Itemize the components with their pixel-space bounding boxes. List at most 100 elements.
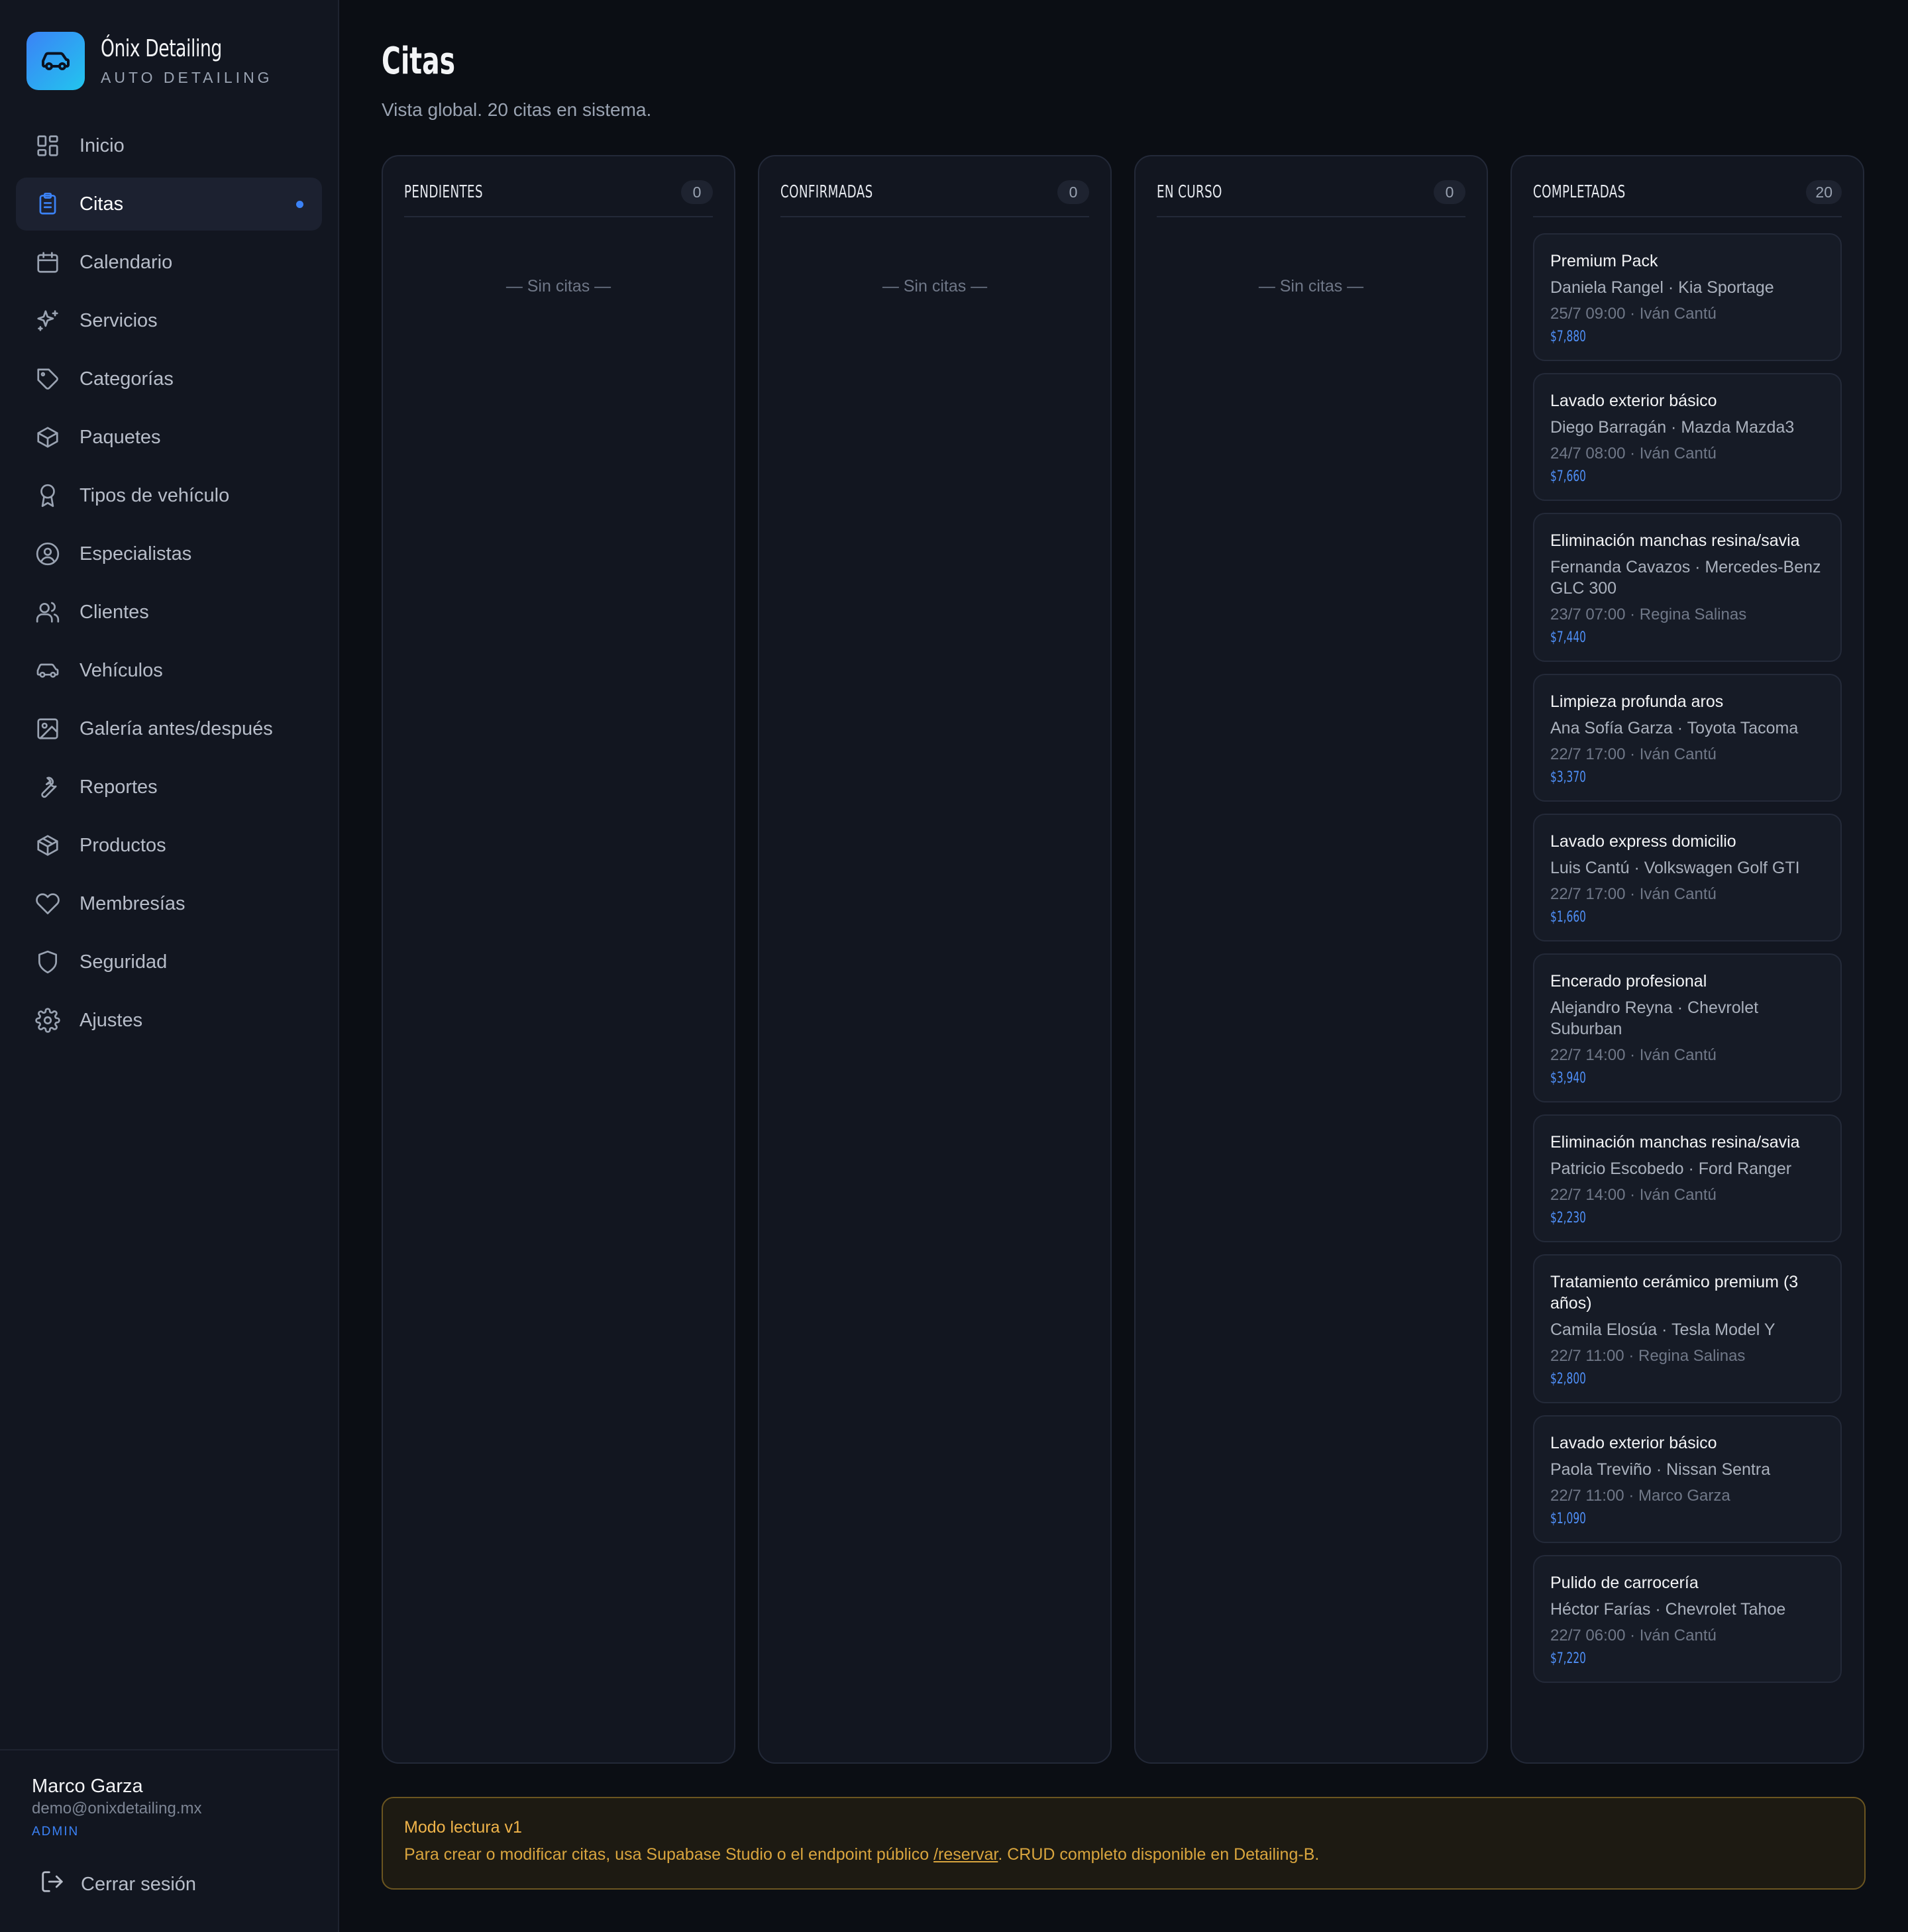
sidebar-item-label: Inicio: [80, 134, 125, 156]
sidebar-item-ajustes[interactable]: Ajustes: [16, 994, 322, 1047]
appointment-card[interactable]: Encerado profesional Alejandro Reyna · Ch…: [1533, 953, 1842, 1102]
sidebar-item-reportes[interactable]: Reportes: [16, 761, 322, 814]
card-date-specialist: 24/7 08:00 · Iván Cantú: [1550, 445, 1717, 462]
card-price: $7,880: [1550, 329, 1587, 345]
sidebar-nav: Inicio Citas Calendario Servicios Categorías…: [16, 119, 322, 1052]
card-client-vehicle: Daniela Rangel · Kia Sportage: [1550, 278, 1774, 297]
main-content: Citas Vista global. 20 citas en sistema.…: [339, 0, 1908, 1932]
card-client-vehicle: Luis Cantú · Volkswagen Golf GTI: [1550, 859, 1800, 877]
sidebar-item-label: Clientes: [80, 601, 149, 623]
user-role-badge: ADMIN: [32, 1825, 80, 1839]
sidebar-item-galeria-antes-despues[interactable]: Galería antes/después: [16, 702, 322, 755]
appointment-card[interactable]: Tratamiento cerámico premium (3 años) Cam…: [1533, 1254, 1842, 1403]
sidebar-item-label: Calendario: [80, 251, 173, 273]
wrench-icon: [34, 774, 61, 800]
card-client-vehicle: Fernanda Cavazos · Mercedes-Benz GLC 300: [1550, 558, 1821, 598]
sidebar-item-label: Ajustes: [80, 1009, 143, 1031]
card-date-specialist: 22/7 06:00 · Iván Cantú: [1550, 1627, 1717, 1644]
car-icon: [34, 657, 61, 684]
sidebar-item-label: Categorías: [80, 368, 174, 390]
card-date-specialist: 22/7 11:00 · Regina Salinas: [1550, 1347, 1746, 1365]
sidebar-item-especialistas[interactable]: Especialistas: [16, 527, 322, 580]
tag-icon: [34, 366, 61, 392]
reservar-link[interactable]: /reservar: [933, 1845, 998, 1864]
card-price: $7,660: [1550, 468, 1587, 485]
card-service: Lavado exterior básico: [1550, 1434, 1717, 1452]
card-client-vehicle: Alejandro Reyna · Chevrolet Suburban: [1550, 998, 1759, 1038]
card-price: $3,370: [1550, 769, 1587, 786]
sidebar-item-label: Reportes: [80, 776, 158, 798]
shield-icon: [34, 949, 61, 975]
sidebar-item-citas[interactable]: Citas: [16, 178, 322, 231]
sidebar-item-label: Productos: [80, 834, 166, 856]
card-date-specialist: 22/7 17:00 · Iván Cantú: [1550, 885, 1717, 903]
card-list: Premium Pack Daniela Rangel · Kia Sportag…: [1533, 217, 1842, 1683]
appointment-card[interactable]: Eliminación manchas resina/savia Patricio…: [1533, 1114, 1842, 1242]
card-price: $1,660: [1550, 909, 1587, 926]
sidebar-item-inicio[interactable]: Inicio: [16, 119, 322, 172]
sidebar-item-productos[interactable]: Productos: [16, 819, 322, 872]
card-price: $2,800: [1550, 1371, 1587, 1387]
appointment-card[interactable]: Premium Pack Daniela Rangel · Kia Sportag…: [1533, 233, 1842, 361]
clipboard-icon: [34, 191, 61, 217]
card-service: Tratamiento cerámico premium (3 años): [1550, 1273, 1799, 1313]
card-price: $3,940: [1550, 1070, 1587, 1087]
active-indicator: [296, 201, 303, 208]
column-completadas: COMPLETADAS 20 Premium Pack Daniela Rangel …: [1510, 155, 1864, 1764]
page-title: Citas: [382, 40, 455, 83]
card-date-specialist: 22/7 14:00 · Iván Cantú: [1550, 1046, 1717, 1064]
appointment-card[interactable]: Limpieza profunda aros Ana Sofía Garza · …: [1533, 674, 1842, 802]
box-icon: [34, 832, 61, 859]
sidebar-item-servicios[interactable]: Servicios: [16, 294, 322, 347]
card-service: Encerado profesional: [1550, 972, 1707, 991]
column-title: PENDIENTES: [404, 182, 483, 202]
empty-state: — Sin citas —: [505, 277, 611, 295]
sidebar-item-label: Galería antes/después: [80, 718, 273, 739]
page-subtitle: Vista global. 20 citas en sistema.: [382, 99, 652, 120]
column-en-curso: EN CURSO 0 — Sin citas —: [1134, 155, 1488, 1764]
card-client-vehicle: Héctor Farías · Chevrolet Tahoe: [1550, 1600, 1786, 1619]
sidebar-item-calendario[interactable]: Calendario: [16, 236, 322, 289]
sidebar-item-seguridad[interactable]: Seguridad: [16, 936, 322, 989]
user-email: demo@onixdetailing.mx: [32, 1799, 202, 1817]
sidebar-item-label: Citas: [80, 193, 124, 215]
read-only-notice: Modo lectura v1 Para crear o modificar c…: [382, 1797, 1866, 1890]
calendar-icon: [34, 249, 61, 276]
card-client-vehicle: Ana Sofía Garza · Toyota Tacoma: [1550, 719, 1799, 737]
sidebar-item-vehiculos[interactable]: Vehículos: [16, 644, 322, 697]
notice-text-after: . CRUD completo disponible en Detailing-…: [998, 1845, 1320, 1864]
sidebar-item-paquetes[interactable]: Paquetes: [16, 411, 322, 464]
logout-button[interactable]: Cerrar sesión: [26, 1860, 305, 1908]
appointment-card[interactable]: Lavado exterior básico Paola Treviño · Ni…: [1533, 1415, 1842, 1543]
users-icon: [34, 599, 61, 625]
user-circle-icon: [34, 541, 61, 567]
column-title: EN CURSO: [1157, 182, 1222, 202]
column-header: COMPLETADAS 20: [1533, 156, 1842, 217]
sidebar-item-tipos-de-vehiculo[interactable]: Tipos de vehículo: [16, 469, 322, 522]
card-client-vehicle: Camila Elosúa · Tesla Model Y: [1550, 1320, 1776, 1339]
sidebar-item-clientes[interactable]: Clientes: [16, 586, 322, 639]
card-price: $7,440: [1550, 629, 1587, 646]
car-icon: [26, 32, 85, 90]
card-date-specialist: 22/7 17:00 · Iván Cantú: [1550, 745, 1717, 763]
notice-text: Para crear o modificar citas, usa Supaba…: [404, 1845, 1843, 1864]
appointment-card[interactable]: Eliminación manchas resina/savia Fernanda…: [1533, 513, 1842, 662]
logout-label: Cerrar sesión: [81, 1873, 197, 1895]
card-service: Limpieza profunda aros: [1550, 692, 1724, 711]
sidebar-item-membresias[interactable]: Membresías: [16, 877, 322, 930]
card-service: Premium Pack: [1550, 252, 1658, 270]
heart-icon: [34, 890, 61, 917]
sidebar-item-categorias[interactable]: Categorías: [16, 352, 322, 405]
sparkles-icon: [34, 307, 61, 334]
sidebar-item-label: Membresías: [80, 892, 186, 914]
kanban-board: PENDIENTES 0 — Sin citas — CONFIRMADAS 0 — Si…: [382, 155, 1864, 1764]
brand-subtitle: AUTO DETAILING: [101, 69, 273, 86]
column-pendientes: PENDIENTES 0 — Sin citas —: [382, 155, 735, 1764]
appointment-card[interactable]: Lavado exterior básico Diego Barragán · M…: [1533, 373, 1842, 501]
notice-text-before: Para crear o modificar citas, usa Supaba…: [404, 1845, 934, 1864]
brand[interactable]: Ónix Detailing AUTO DETAILING: [26, 32, 273, 90]
appointment-card[interactable]: Pulido de carrocería Héctor Farías · Chev…: [1533, 1555, 1842, 1683]
sidebar-item-label: Seguridad: [80, 951, 168, 973]
brand-name: Ónix Detailing: [101, 35, 222, 62]
appointment-card[interactable]: Lavado express domicilio Luis Cantú · Vol…: [1533, 814, 1842, 941]
